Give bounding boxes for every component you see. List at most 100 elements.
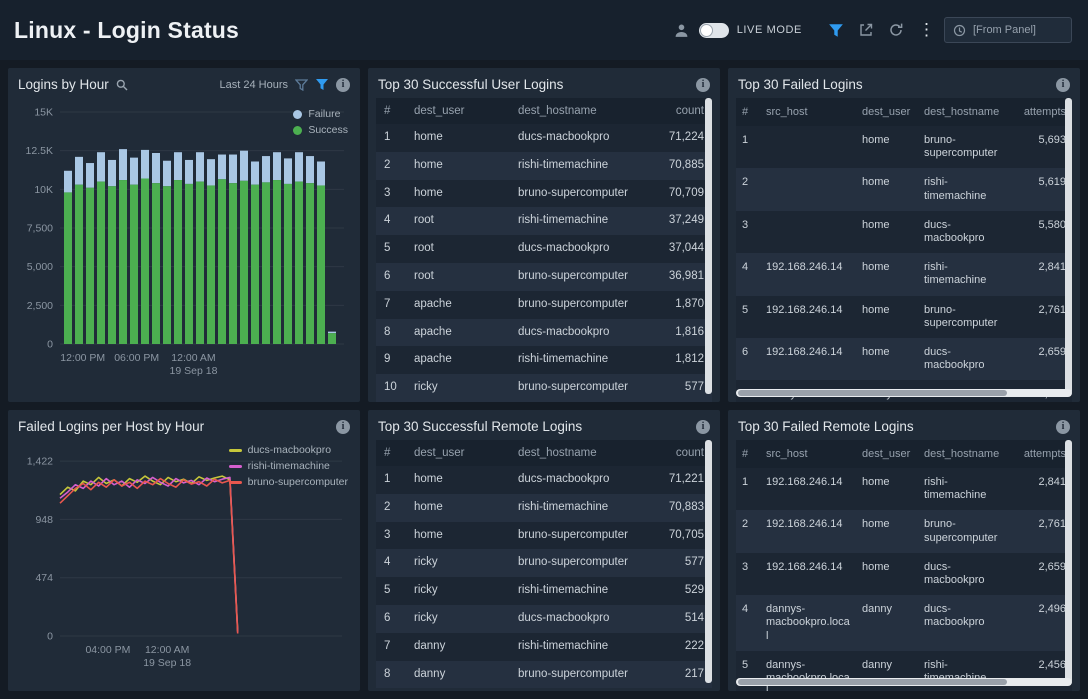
- column-header-attempts[interactable]: attempts: [1006, 440, 1072, 468]
- info-icon[interactable]: [1056, 420, 1070, 434]
- logins-by-hour-chart[interactable]: 02,5005,0007,50010K12.5K15K12:00 PM06:00…: [16, 98, 352, 386]
- funnel-icon[interactable]: [315, 78, 329, 91]
- legend-swatch: [293, 110, 302, 119]
- info-icon[interactable]: [1056, 78, 1070, 92]
- column-header-dest_user[interactable]: dest_user: [406, 98, 510, 124]
- cell-rank: 2: [376, 494, 406, 522]
- column-header-dest_user[interactable]: dest_user: [856, 98, 918, 126]
- table-row[interactable]: 4dannys-macbookpro.localdannyducs-macboo…: [736, 595, 1072, 651]
- table-row[interactable]: 5rickyrishi-timemachine529: [376, 577, 712, 605]
- table-row[interactable]: 8apacheducs-macbookpro1,816: [376, 319, 712, 347]
- column-header-dest_user[interactable]: dest_user: [406, 440, 510, 466]
- info-icon[interactable]: [696, 420, 710, 434]
- column-header-dest_hostname[interactable]: dest_hostname: [918, 440, 1006, 468]
- time-range-label[interactable]: Last 24 Hours: [220, 79, 288, 91]
- filter-outline-icon[interactable]: [295, 79, 308, 91]
- table-row[interactable]: 3192.168.246.14homeducs-macbookpro2,659: [736, 553, 1072, 595]
- user-icon[interactable]: [674, 23, 689, 38]
- time-range-input[interactable]: [From Panel]: [944, 17, 1072, 43]
- legend-item-bruno-supercomputer[interactable]: bruno-supercomputer: [229, 476, 348, 488]
- svg-text:7,500: 7,500: [27, 223, 53, 235]
- cell-dest_hostname: rishi-timemachine: [510, 494, 660, 522]
- table-row[interactable]: 9apacherishi-timemachine1,812: [376, 346, 712, 374]
- column-header-rank[interactable]: #: [376, 98, 406, 124]
- table-row[interactable]: 2homerishi-timemachine5,619: [736, 168, 1072, 210]
- svg-text:2,500: 2,500: [27, 300, 53, 312]
- refresh-icon[interactable]: [888, 22, 904, 38]
- table-row[interactable]: 5192.168.246.14homebruno-supercomputer2,…: [736, 296, 1072, 338]
- column-header-dest_hostname[interactable]: dest_hostname: [510, 98, 660, 124]
- table-row[interactable]: 6192.168.246.14homeducs-macbookpro2,659: [736, 338, 1072, 380]
- svg-text:12:00 PM: 12:00 PM: [60, 352, 105, 364]
- cell-dest_user: danny: [406, 633, 510, 661]
- legend-item-failure[interactable]: Failure: [293, 108, 348, 120]
- vertical-scrollbar[interactable]: [1065, 98, 1072, 394]
- kebab-menu-icon[interactable]: [918, 21, 930, 40]
- scrollbar-thumb[interactable]: [738, 679, 1007, 685]
- column-header-dest_user[interactable]: dest_user: [856, 440, 918, 468]
- table-row[interactable]: 5rootducs-macbookpro37,044: [376, 235, 712, 263]
- live-mode-toggle[interactable]: [699, 23, 729, 38]
- horizontal-scrollbar[interactable]: [736, 678, 1072, 686]
- table-row[interactable]: 10rickybruno-supercomputer577: [376, 374, 712, 402]
- table-row[interactable]: 1homeducs-macbookpro71,221: [376, 466, 712, 494]
- info-icon[interactable]: [336, 78, 350, 92]
- table-row[interactable]: 8dannybruno-supercomputer217: [376, 661, 712, 689]
- successful-user-logins-table: #dest_userdest_hostnamecount1homeducs-ma…: [376, 98, 712, 402]
- chart-legend: Failure Success: [293, 108, 348, 136]
- magnifier-icon[interactable]: [116, 79, 128, 91]
- legend-item-success[interactable]: Success: [293, 124, 348, 136]
- share-icon[interactable]: [858, 22, 874, 38]
- horizontal-scrollbar[interactable]: [736, 389, 1072, 397]
- legend-item-ducs-macbookpro[interactable]: ducs-macbookpro: [229, 444, 348, 456]
- table-row[interactable]: 1homebruno-supercomputer5,693: [736, 126, 1072, 168]
- cell-rank: 3: [376, 522, 406, 550]
- svg-text:19 Sep 18: 19 Sep 18: [143, 657, 191, 669]
- vertical-scrollbar[interactable]: [705, 98, 712, 394]
- column-header-attempts[interactable]: attempts: [1006, 98, 1072, 126]
- column-header-dest_hostname[interactable]: dest_hostname: [918, 98, 1006, 126]
- table-row[interactable]: 1192.168.246.14homerishi-timemachine2,84…: [736, 468, 1072, 510]
- chart-area: 04749481,42204:00 PM12:00 AM19 Sep 18 du…: [8, 440, 360, 691]
- table-row[interactable]: 3homeducs-macbookpro5,580: [736, 211, 1072, 253]
- column-header-rank[interactable]: #: [376, 440, 406, 466]
- column-header-rank[interactable]: #: [736, 98, 760, 126]
- cell-rank: 5: [376, 577, 406, 605]
- info-icon[interactable]: [696, 78, 710, 92]
- cell-dest_user: home: [856, 168, 918, 210]
- table-row[interactable]: 7apachebruno-supercomputer1,870: [376, 291, 712, 319]
- cell-attempts: 2,496: [1006, 595, 1072, 651]
- table-row[interactable]: 2homerishi-timemachine70,883: [376, 494, 712, 522]
- column-header-dest_hostname[interactable]: dest_hostname: [510, 440, 660, 466]
- svg-text:1,422: 1,422: [27, 456, 53, 468]
- table-container: #src_hostdest_userdest_hostnameattempts1…: [728, 98, 1080, 402]
- column-header-src_host[interactable]: src_host: [760, 440, 856, 468]
- cell-dest_user: root: [406, 235, 510, 263]
- table-row[interactable]: 4rootrishi-timemachine37,249: [376, 207, 712, 235]
- filter-funnel-icon[interactable]: [828, 23, 844, 38]
- table-row[interactable]: 2homerishi-timemachine70,885: [376, 152, 712, 180]
- column-header-src_host[interactable]: src_host: [760, 98, 856, 126]
- table-row[interactable]: 7dannyrishi-timemachine222: [376, 633, 712, 661]
- table-row[interactable]: 3homebruno-supercomputer70,705: [376, 522, 712, 550]
- table-row[interactable]: 4192.168.246.14homerishi-timemachine2,84…: [736, 253, 1072, 295]
- table-row[interactable]: 4rickybruno-supercomputer577: [376, 549, 712, 577]
- cell-src_host: 192.168.246.14: [760, 553, 856, 595]
- table-row[interactable]: 1homeducs-macbookpro71,224: [376, 124, 712, 152]
- scrollbar-thumb[interactable]: [738, 390, 1007, 396]
- table-row[interactable]: 6rickyducs-macbookpro514: [376, 605, 712, 633]
- info-icon[interactable]: [336, 420, 350, 434]
- cell-rank: 9: [376, 346, 406, 374]
- successful-remote-logins-table: #dest_userdest_hostnamecount1homeducs-ma…: [376, 440, 712, 688]
- table-row[interactable]: 3homebruno-supercomputer70,709: [376, 180, 712, 208]
- column-header-rank[interactable]: #: [736, 440, 760, 468]
- table-container: #dest_userdest_hostnamecount1homeducs-ma…: [368, 98, 720, 402]
- failed-remote-logins-table: #src_hostdest_userdest_hostnameattempts1…: [736, 440, 1072, 691]
- svg-text:12.5K: 12.5K: [26, 145, 53, 157]
- legend-item-rishi-timemachine[interactable]: rishi-timemachine: [229, 460, 348, 472]
- vertical-scrollbar[interactable]: [705, 440, 712, 683]
- cell-dest_user: home: [406, 466, 510, 494]
- table-row[interactable]: 2192.168.246.14homebruno-supercomputer2,…: [736, 510, 1072, 552]
- vertical-scrollbar[interactable]: [1065, 440, 1072, 683]
- table-row[interactable]: 6rootbruno-supercomputer36,981: [376, 263, 712, 291]
